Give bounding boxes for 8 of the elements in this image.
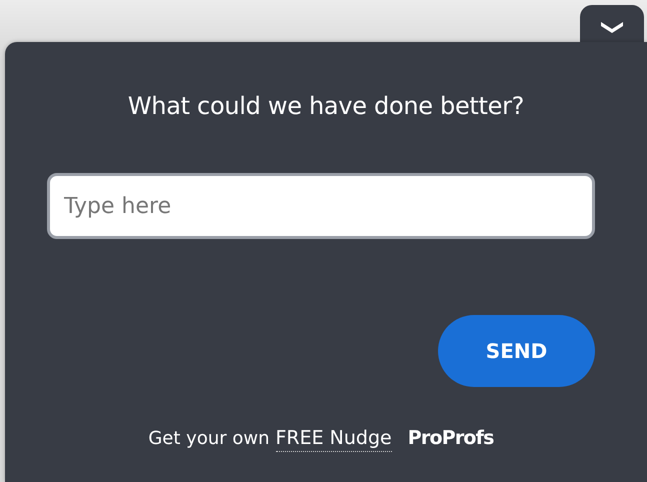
footer-text: Get your own: [148, 428, 270, 449]
send-button[interactable]: SEND: [438, 315, 595, 387]
question-title: What could we have done better?: [128, 92, 524, 120]
chevron-down-icon: [600, 20, 624, 32]
free-nudge-link[interactable]: FREE Nudge: [276, 427, 392, 452]
collapse-button[interactable]: [580, 5, 644, 42]
feedback-input-field[interactable]: Type here: [47, 173, 595, 239]
brand-logo[interactable]: ProProfs: [408, 427, 494, 449]
